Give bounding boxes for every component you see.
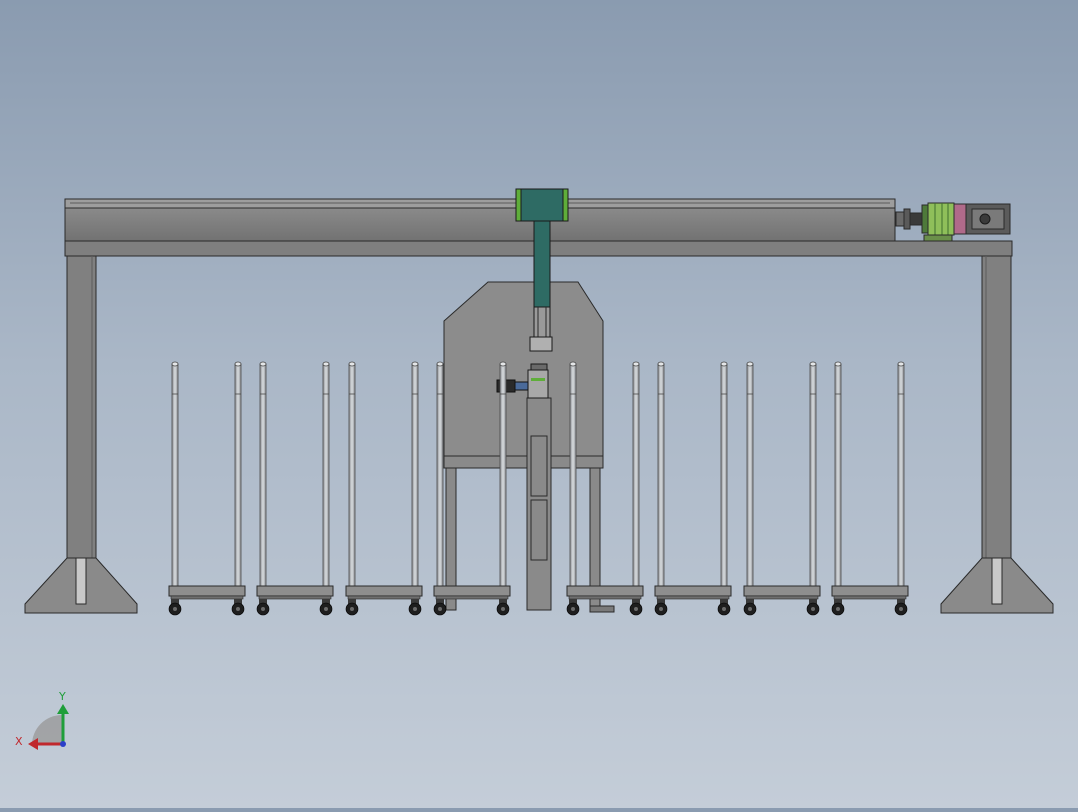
- gantry-top-rail[interactable]: [64, 198, 896, 242]
- coordinate-triad: Y X: [15, 690, 69, 750]
- cart-pole: [411, 361, 419, 587]
- cart-pole: [569, 361, 577, 587]
- cart-deck: [654, 585, 732, 597]
- cad-viewport[interactable]: Y X: [0, 0, 1078, 808]
- cart-pole: [746, 361, 754, 587]
- cart-pole: [809, 361, 817, 587]
- tube-cart[interactable]: [743, 361, 821, 616]
- cart-pole: [834, 361, 842, 587]
- cart-pole: [657, 361, 665, 587]
- cart-deck: [831, 585, 909, 597]
- tube-cart[interactable]: [168, 361, 246, 616]
- cart-pole: [234, 361, 242, 587]
- cart-deck: [168, 585, 246, 597]
- cart-pole: [499, 361, 507, 587]
- tube-cart[interactable]: [654, 361, 732, 616]
- triad-y-label: Y: [58, 690, 66, 703]
- triad-x-label: X: [15, 735, 23, 748]
- cart-pole: [259, 361, 267, 587]
- drive-motor[interactable]: [895, 202, 1011, 242]
- cart-deck: [345, 585, 423, 597]
- cart-pole: [632, 361, 640, 587]
- cart-deck: [743, 585, 821, 597]
- gantry-left-leg[interactable]: [24, 255, 138, 614]
- lift-column[interactable]: [526, 397, 552, 611]
- cart-deck: [566, 585, 644, 597]
- gantry-right-leg[interactable]: [940, 255, 1054, 614]
- cart-pole: [436, 361, 444, 587]
- gantry-assembly-drawing: Y X: [15, 188, 1054, 750]
- tube-cart[interactable]: [345, 361, 423, 616]
- tube-cart[interactable]: [831, 361, 909, 616]
- cart-pole: [171, 361, 179, 587]
- cart-deck: [256, 585, 334, 597]
- cart-pole: [720, 361, 728, 587]
- cart-pole: [897, 361, 905, 587]
- cart-pole: [322, 361, 330, 587]
- tube-cart[interactable]: [256, 361, 334, 616]
- cart-pole: [348, 361, 356, 587]
- cart-deck: [433, 585, 511, 597]
